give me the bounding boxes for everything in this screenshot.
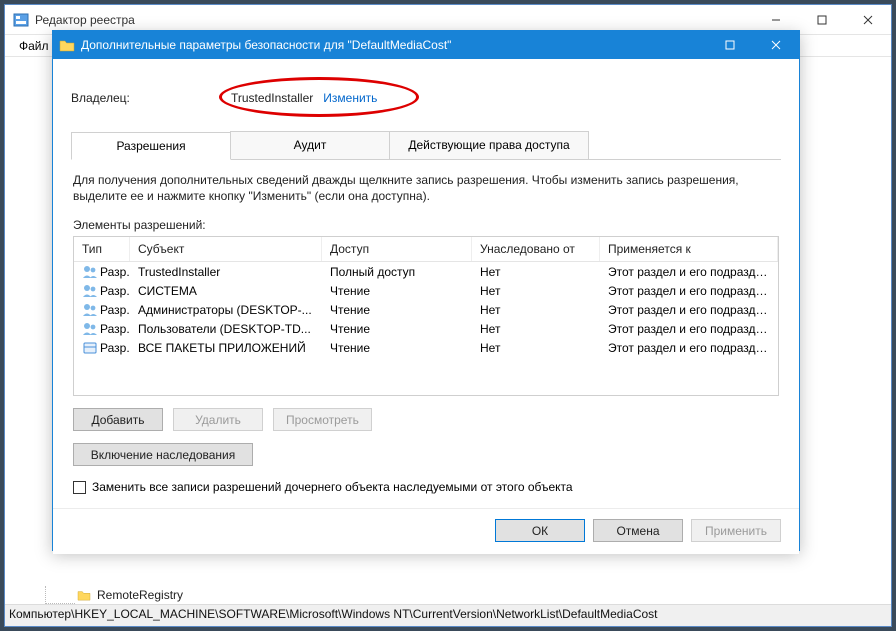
users-icon xyxy=(82,265,98,279)
cancel-button[interactable]: Отмена xyxy=(593,519,683,542)
tabs: Разрешения Аудит Действующие права досту… xyxy=(71,131,781,160)
table-row[interactable]: Разр...Пользователи (DESKTOP-TD...Чтение… xyxy=(74,319,778,338)
listview-rows: Разр...TrustedInstallerПолный доступНетЭ… xyxy=(74,262,778,357)
tree-remnant: RemoteRegistry xyxy=(45,586,345,604)
col-access[interactable]: Доступ xyxy=(322,237,472,261)
owner-change-link[interactable]: Изменить xyxy=(323,91,377,105)
permission-buttons: Добавить Удалить Просмотреть xyxy=(73,408,779,431)
folder-icon xyxy=(77,589,91,601)
users-icon xyxy=(82,303,98,317)
replace-checkbox-row: Заменить все записи разрешений дочернего… xyxy=(73,480,779,494)
dialog-titlebar[interactable]: Дополнительные параметры безопасности дл… xyxy=(53,31,799,59)
permissions-listview[interactable]: Тип Субъект Доступ Унаследовано от Приме… xyxy=(73,236,779,396)
permission-entries-label: Элементы разрешений: xyxy=(73,218,779,232)
add-button[interactable]: Добавить xyxy=(73,408,163,431)
tab-audit[interactable]: Аудит xyxy=(230,131,390,159)
apply-button: Применить xyxy=(691,519,781,542)
advanced-security-dialog: Дополнительные параметры безопасности дл… xyxy=(52,30,800,551)
maximize-button[interactable] xyxy=(799,5,845,35)
view-button: Просмотреть xyxy=(273,408,372,431)
owner-value: TrustedInstaller xyxy=(231,91,313,105)
col-subject[interactable]: Субъект xyxy=(130,237,322,261)
folder-icon xyxy=(59,38,75,52)
table-row[interactable]: Разр...TrustedInstallerПолный доступНетЭ… xyxy=(74,262,778,281)
close-button[interactable] xyxy=(845,5,891,35)
regedit-statusbar: Компьютер\HKEY_LOCAL_MACHINE\SOFTWARE\Mi… xyxy=(5,604,891,626)
tab-effective-access[interactable]: Действующие права доступа xyxy=(389,131,589,159)
tree-item[interactable]: RemoteRegistry xyxy=(45,586,345,604)
package-icon xyxy=(82,341,98,355)
col-inherit[interactable]: Унаследовано от xyxy=(472,237,600,261)
inherit-row: Включение наследования xyxy=(73,443,779,466)
col-applies[interactable]: Применяется к xyxy=(600,237,778,261)
users-icon xyxy=(82,284,98,298)
dialog-footer: ОК Отмена Применить xyxy=(53,508,799,554)
table-row[interactable]: Разр...ВСЕ ПАКЕТЫ ПРИЛОЖЕНИЙЧтениеНетЭто… xyxy=(74,338,778,357)
regedit-title: Редактор реестра xyxy=(35,13,753,27)
ok-button[interactable]: ОК xyxy=(495,519,585,542)
replace-checkbox-label: Заменить все записи разрешений дочернего… xyxy=(92,480,573,494)
table-row[interactable]: Разр...Администраторы (DESKTOP-...Чтение… xyxy=(74,300,778,319)
dialog-window-buttons xyxy=(707,30,799,60)
tab-content: Для получения дополнительных сведений дв… xyxy=(71,160,781,496)
tree-item-label: RemoteRegistry xyxy=(97,588,183,602)
owner-label: Владелец: xyxy=(71,91,231,105)
users-icon xyxy=(82,322,98,336)
menu-file[interactable]: Файл xyxy=(13,37,55,55)
instruction-text: Для получения дополнительных сведений дв… xyxy=(73,172,779,204)
close-button[interactable] xyxy=(753,30,799,60)
maximize-button[interactable] xyxy=(707,30,753,60)
listview-header: Тип Субъект Доступ Унаследовано от Приме… xyxy=(74,237,778,262)
regedit-icon xyxy=(13,12,29,28)
owner-row: Владелец: TrustedInstaller Изменить xyxy=(71,91,781,105)
dialog-body: Владелец: TrustedInstaller Изменить Разр… xyxy=(53,59,799,508)
tab-permissions[interactable]: Разрешения xyxy=(71,132,231,160)
replace-checkbox[interactable] xyxy=(73,481,86,494)
col-type[interactable]: Тип xyxy=(74,237,130,261)
delete-button: Удалить xyxy=(173,408,263,431)
dialog-title: Дополнительные параметры безопасности дл… xyxy=(81,38,707,52)
table-row[interactable]: Разр...СИСТЕМАЧтениеНетЭтот раздел и его… xyxy=(74,281,778,300)
enable-inheritance-button[interactable]: Включение наследования xyxy=(73,443,253,466)
